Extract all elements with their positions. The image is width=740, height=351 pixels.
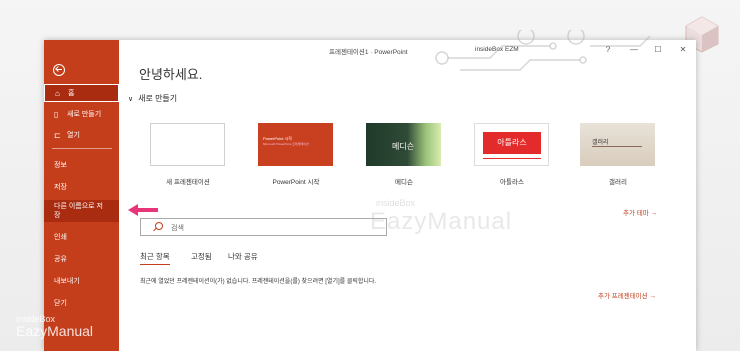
template-gallery[interactable]: 갤러리: [580, 123, 655, 166]
template-label: 아틀라스: [500, 179, 524, 186]
template-label: 갤러리: [609, 179, 627, 186]
tab-shared[interactable]: 나와 공유: [228, 251, 258, 262]
sidebar-item-save-as[interactable]: 다른 이름으로 저장: [44, 200, 119, 222]
back-arrow-icon[interactable]: [53, 64, 65, 76]
greeting-heading: 안녕하세요.: [139, 67, 203, 82]
template-madison[interactable]: 메디슨: [366, 123, 441, 166]
folder-open-icon: ⊏: [54, 130, 61, 140]
backstage-sidebar: ⌂ 홈 ▯ 새로 만들기 ⊏ 열기 정보 저장 다른 이름으로 저장 인쇄 공유…: [44, 40, 119, 351]
powerpoint-window: ⌂ 홈 ▯ 새로 만들기 ⊏ 열기 정보 저장 다른 이름으로 저장 인쇄 공유…: [44, 40, 696, 351]
sidebar-item-label: 저장: [54, 183, 67, 191]
sidebar-item-export[interactable]: 내보내기: [44, 272, 119, 290]
new-file-icon: ▯: [54, 109, 59, 119]
close-window-button[interactable]: ✕: [676, 43, 690, 57]
template-thumb-title: 메디슨: [392, 142, 415, 151]
new-section-toggle[interactable]: ∨ 새로 만들기: [128, 93, 177, 104]
template-thumb-title: 아틀라스: [497, 138, 527, 147]
sidebar-item-home[interactable]: ⌂ 홈: [44, 84, 119, 102]
template-label: 새 프레젠테이션: [166, 179, 210, 186]
search-icon: [155, 222, 163, 230]
tab-pinned[interactable]: 고정됨: [191, 251, 212, 262]
sidebar-item-label: 새로 만들기: [67, 110, 102, 118]
search-placeholder: 검색: [171, 225, 184, 232]
home-icon: ⌂: [55, 88, 60, 98]
search-box[interactable]: 검색: [140, 218, 387, 236]
sidebar-item-info[interactable]: 정보: [44, 156, 119, 174]
sidebar-item-label: 닫기: [54, 299, 67, 307]
template-label: PowerPoint 시작: [272, 179, 320, 186]
template-atlas[interactable]: 아틀라스: [474, 123, 549, 166]
watermark: EazyManual: [16, 323, 94, 339]
template-thumb-subtitle: Microsoft PowerPoint 프레젠테이션: [263, 142, 309, 146]
sidebar-item-label: 다른 이름으로 저장: [54, 203, 103, 219]
more-presentations-link[interactable]: 추가 프레젠테이션 →: [598, 290, 656, 300]
template-powerpoint-tour[interactable]: PowerPoint 시작 Microsoft PowerPoint 프레젠테이…: [258, 123, 333, 166]
sidebar-item-open[interactable]: ⊏ 열기: [44, 126, 119, 144]
sidebar-item-label: 공유: [54, 255, 67, 263]
template-label: 메디슨: [395, 179, 413, 186]
template-blank[interactable]: [150, 123, 225, 166]
tab-recent[interactable]: 최근 항목: [140, 251, 170, 265]
more-themes-link[interactable]: 추가 테마 →: [623, 207, 657, 217]
sidebar-item-label: 열기: [67, 131, 80, 139]
sidebar-item-save[interactable]: 저장: [44, 178, 119, 196]
sidebar-divider: [52, 148, 112, 149]
template-thumb-rule: [483, 158, 541, 159]
sidebar-item-label: 내보내기: [54, 277, 80, 285]
watermark-small: insideBox: [376, 198, 416, 208]
template-thumb-rule: [592, 146, 642, 147]
sidebar-item-label: 인쇄: [54, 233, 67, 241]
new-section-title: 새로 만들기: [138, 94, 178, 103]
sidebar-item-print[interactable]: 인쇄: [44, 228, 119, 246]
chevron-down-icon: ∨: [128, 96, 134, 103]
sidebar-item-label: 정보: [54, 161, 67, 169]
empty-recent-message: 최근에 열었던 프레젠테이션이(가) 없습니다. 프레젠테이션을(를) 찾으려면…: [140, 279, 377, 285]
sidebar-item-close[interactable]: 닫기: [44, 294, 119, 312]
sidebar-item-new[interactable]: ▯ 새로 만들기: [44, 105, 119, 123]
sidebar-item-share[interactable]: 공유: [44, 250, 119, 268]
watermark: EazyManual: [370, 208, 513, 235]
pointer-arrow-icon: [128, 204, 158, 216]
template-thumb-title: 갤러리: [592, 140, 609, 146]
sidebar-item-label: 홈: [68, 89, 75, 97]
corner-watermark: insideBox EazyManual: [16, 314, 93, 338]
window-title: 프레젠테이션1 · PowerPoint: [329, 49, 408, 56]
circuit-decoration: [435, 30, 651, 71]
